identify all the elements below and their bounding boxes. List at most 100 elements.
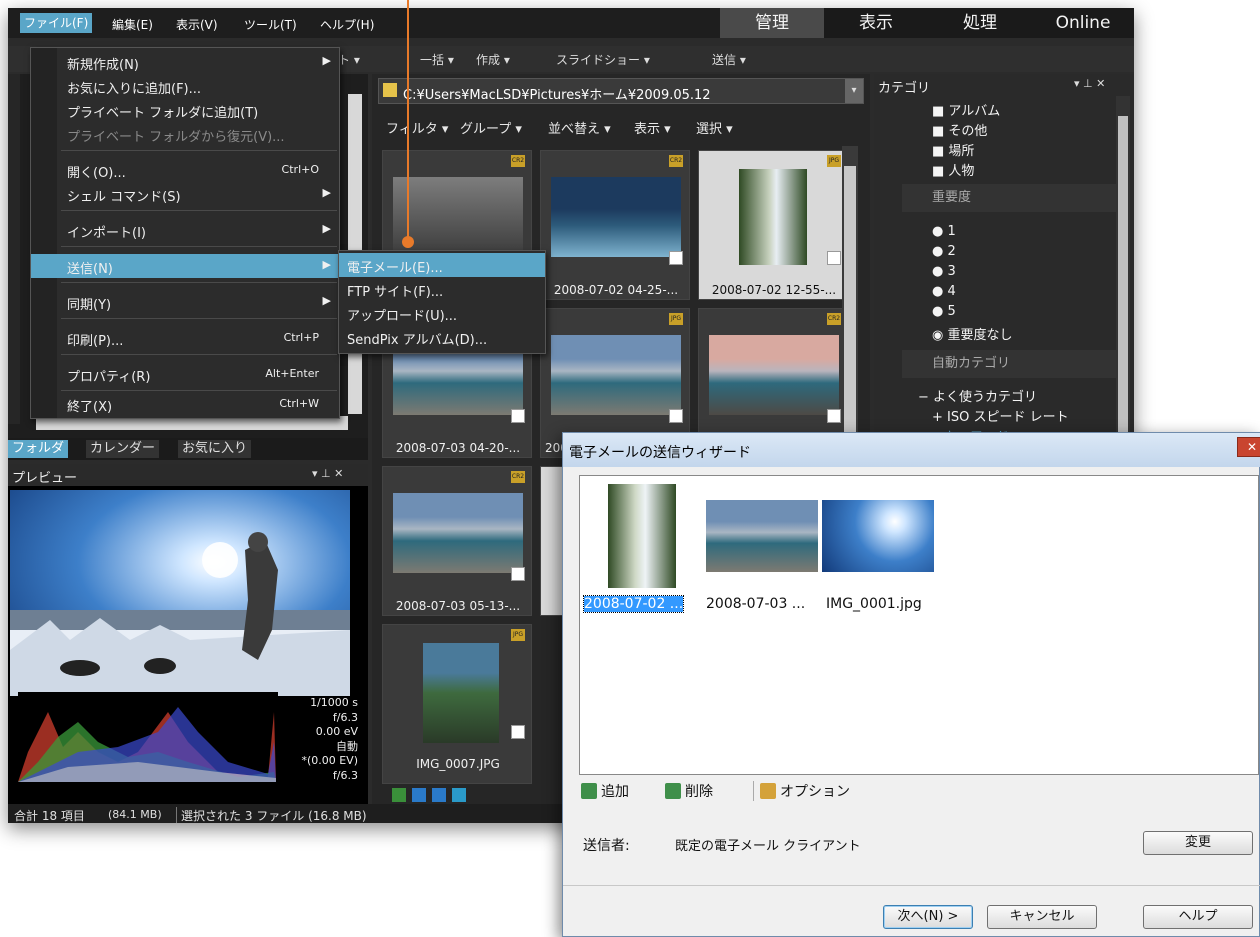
tab-folder[interactable]: フォルダ bbox=[8, 440, 69, 458]
tab-favorites[interactable]: お気に入り bbox=[178, 440, 252, 458]
sort-menu[interactable]: 並べ替え ▾ bbox=[548, 118, 611, 137]
toolbar-create[interactable]: 作成 ▾ bbox=[476, 51, 510, 68]
menu-separator bbox=[61, 354, 337, 355]
options-button[interactable]: オプション bbox=[753, 781, 850, 801]
menu-item-print[interactable]: 印刷(P)... Ctrl+P bbox=[31, 326, 339, 350]
filter-bar: フィルタ ▾ グループ ▾ 並べ替え ▾ 表示 ▾ 選択 ▾ bbox=[378, 114, 864, 137]
submenu-item-ftp[interactable]: FTP サイト(F)... bbox=[339, 277, 545, 301]
path-text: C:¥Users¥MacLSD¥Pictures¥ホーム¥2009.05.12 bbox=[403, 88, 711, 103]
category-item[interactable]: ■ 場所 bbox=[932, 140, 974, 159]
attachment-list: 2008-07-02 ... 2008-07-03 ... IMG_0001.j… bbox=[579, 475, 1259, 775]
select-menu[interactable]: 選択 ▾ bbox=[696, 118, 733, 137]
file-type-badge: CR2 bbox=[511, 155, 525, 167]
preview-title: プレビュー bbox=[12, 471, 78, 486]
monitor-icon[interactable] bbox=[452, 788, 466, 802]
menu-item-open[interactable]: 開く(O)... Ctrl+O bbox=[31, 158, 339, 182]
attachment-thumbnail[interactable] bbox=[706, 500, 818, 572]
select-checkbox[interactable] bbox=[511, 409, 525, 423]
menu-item-properties[interactable]: プロパティ(R) Alt+Enter bbox=[31, 362, 339, 386]
tab-calendar[interactable]: カレンダー bbox=[86, 440, 160, 458]
select-checkbox[interactable] bbox=[669, 251, 683, 265]
pane-controls-icon[interactable]: ▾ ⊥ ✕ bbox=[312, 467, 343, 480]
toolbar-slideshow[interactable]: スライドショー ▾ bbox=[556, 51, 650, 68]
iso-category[interactable]: + ISO スピード レート bbox=[932, 406, 1069, 425]
menu-item-import[interactable]: インポート(I) ▶ bbox=[31, 218, 339, 242]
category-item[interactable]: ■ その他 bbox=[932, 120, 987, 139]
importance-item[interactable]: ● 5 bbox=[932, 304, 956, 319]
remove-icon bbox=[665, 783, 681, 799]
importance-item[interactable]: ● 3 bbox=[932, 264, 956, 279]
menu-tools[interactable]: ツール(T) bbox=[244, 16, 297, 33]
menu-item-send[interactable]: 送信(N) ▶ bbox=[31, 254, 339, 278]
rotate-icon[interactable] bbox=[392, 788, 406, 802]
importance-item[interactable]: ● 4 bbox=[932, 284, 956, 299]
menu-bar: ファイル(F) 編集(E) 表示(V) ツール(T) ヘルプ(H) bbox=[8, 8, 728, 38]
tab-process[interactable]: 処理 bbox=[928, 8, 1032, 38]
menu-help[interactable]: ヘルプ(H) bbox=[320, 16, 374, 33]
pane-controls-icon[interactable]: ▾ ⊥ ✕ bbox=[1074, 77, 1105, 90]
exif-aperture-2: f/6.3 bbox=[332, 768, 358, 782]
attachment-thumbnail[interactable] bbox=[822, 500, 934, 572]
filter-menu[interactable]: フィルタ ▾ bbox=[386, 118, 448, 137]
category-item[interactable]: ■ アルバム bbox=[932, 100, 1000, 119]
menu-item-new[interactable]: 新規作成(N) ▶ bbox=[31, 50, 339, 74]
submenu-item-email[interactable]: 電子メール(E)... bbox=[339, 253, 545, 277]
auto-category-section[interactable]: 自動カテゴリ bbox=[902, 350, 1116, 378]
thumbnail-image bbox=[393, 493, 523, 573]
tab-manage[interactable]: 管理 bbox=[720, 8, 824, 38]
submenu-item-sendpix[interactable]: SendPix アルバム(D)... bbox=[339, 325, 545, 349]
close-icon[interactable]: ✕ bbox=[1237, 437, 1260, 457]
importance-item[interactable]: ● 2 bbox=[932, 244, 956, 259]
menu-item-add-private[interactable]: プライベート フォルダに追加(T) bbox=[31, 98, 339, 122]
category-item[interactable]: ■ 人物 bbox=[932, 160, 974, 179]
attachment-label[interactable]: 2008-07-03 ... bbox=[706, 596, 805, 612]
change-button[interactable]: 変更 bbox=[1143, 831, 1253, 855]
exif-info: 1/1000 s f/6.3 0.00 eV 自動 *(0.00 EV) f/6… bbox=[301, 696, 358, 783]
menu-edit[interactable]: 編集(E) bbox=[112, 16, 153, 33]
submenu-item-upload[interactable]: アップロード(U)... bbox=[339, 301, 545, 325]
select-checkbox[interactable] bbox=[669, 409, 683, 423]
help-button[interactable]: ヘルプ bbox=[1143, 905, 1253, 929]
remove-button[interactable]: 削除 bbox=[665, 781, 713, 801]
menu-item-add-favorite[interactable]: お気に入りに追加(F)... bbox=[31, 74, 339, 98]
attachment-label[interactable]: 2008-07-02 ... bbox=[582, 595, 685, 613]
select-checkbox[interactable] bbox=[827, 251, 841, 265]
thumbnail[interactable]: JPG IMG_0007.JPG bbox=[382, 624, 532, 784]
tab-view[interactable]: 表示 bbox=[824, 8, 928, 38]
add-button[interactable]: 追加 bbox=[581, 781, 629, 801]
category-scrollbar[interactable] bbox=[1116, 96, 1130, 446]
group-menu[interactable]: グループ ▾ bbox=[460, 118, 522, 137]
menu-view[interactable]: 表示(V) bbox=[176, 16, 218, 33]
menu-separator bbox=[61, 246, 337, 247]
toolbar-send[interactable]: 送信 ▾ bbox=[712, 51, 746, 68]
attachment-thumbnail[interactable] bbox=[608, 484, 676, 588]
menu-file[interactable]: ファイル(F) bbox=[20, 13, 93, 33]
file-type-badge: CR2 bbox=[669, 155, 683, 167]
select-checkbox[interactable] bbox=[511, 725, 525, 739]
submenu-arrow-icon: ▶ bbox=[322, 258, 331, 271]
cancel-button[interactable]: キャンセル bbox=[987, 905, 1097, 929]
select-checkbox[interactable] bbox=[511, 567, 525, 581]
path-dropdown-icon[interactable]: ▾ bbox=[845, 79, 863, 103]
rotate-left-icon[interactable] bbox=[412, 788, 426, 802]
thumbnail[interactable]: CR2 2008-07-02 04-25-... bbox=[540, 150, 690, 300]
importance-item[interactable]: ● 1 bbox=[932, 224, 956, 239]
thumbnail[interactable]: JPG 2008-07-02 12-55-... bbox=[698, 150, 848, 300]
thumbnail[interactable]: CR2 2008-07-03 05-13-... bbox=[382, 466, 532, 616]
select-checkbox[interactable] bbox=[827, 409, 841, 423]
attachment-label[interactable]: IMG_0001.jpg bbox=[826, 596, 922, 612]
view-menu[interactable]: 表示 ▾ bbox=[634, 118, 671, 137]
importance-section[interactable]: 重要度 bbox=[902, 184, 1116, 212]
toolbar-batch[interactable]: 一括 ▾ bbox=[420, 51, 454, 68]
tab-online[interactable]: Online bbox=[1032, 8, 1134, 38]
path-bar[interactable]: C:¥Users¥MacLSD¥Pictures¥ホーム¥2009.05.12 … bbox=[378, 78, 864, 104]
frequent-category[interactable]: − よく使うカテゴリ bbox=[918, 386, 1037, 405]
next-button[interactable]: 次へ(N) > bbox=[883, 905, 973, 929]
rotate-right-icon[interactable] bbox=[432, 788, 446, 802]
importance-item[interactable]: ◉ 重要度なし bbox=[932, 324, 1013, 343]
menu-item-shell-command[interactable]: シェル コマンド(S) ▶ bbox=[31, 182, 339, 206]
menu-item-sync[interactable]: 同期(Y) ▶ bbox=[31, 290, 339, 314]
toolbar-item[interactable]: ト ▾ bbox=[338, 51, 360, 68]
category-scroll-thumb[interactable] bbox=[1118, 116, 1128, 446]
menu-item-exit[interactable]: 終了(X) Ctrl+W bbox=[31, 392, 339, 416]
